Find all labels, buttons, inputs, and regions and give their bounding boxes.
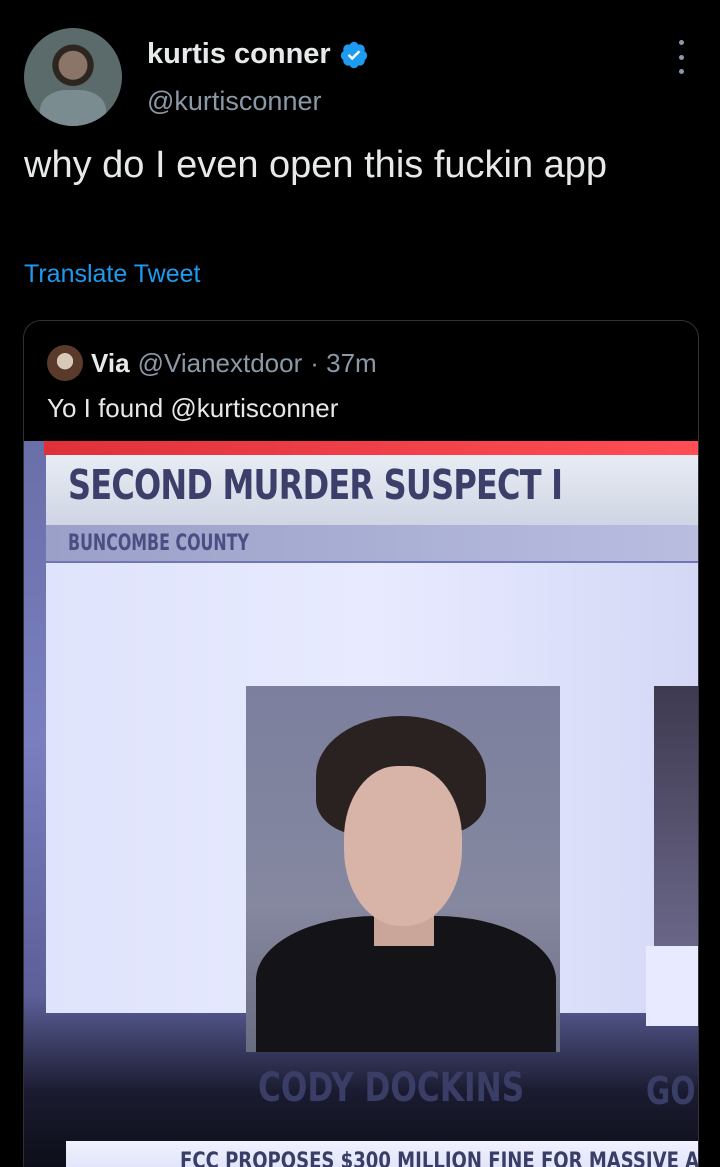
tv-county: BUNCOMBE COUNTY <box>68 531 249 556</box>
quoted-tweet-card[interactable]: Via @Vianextdoor · 37m Yo I found @kurti… <box>23 320 699 1167</box>
tweet-view: kurtis conner @kurtisconner why do I eve… <box>0 0 720 1167</box>
author-avatar[interactable] <box>24 28 122 126</box>
author-name-row: kurtis conner <box>147 38 369 71</box>
suspect-name: CODY DOCKINS <box>258 1065 525 1111</box>
second-suspect-photo-lower <box>646 946 698 1026</box>
tv-headline: SECOND MURDER SUSPECT I <box>68 461 563 509</box>
tweet-text: why do I even open this fuckin app <box>24 144 608 186</box>
quoted-tweet-photo[interactable]: SECOND MURDER SUSPECT I BUNCOMBE COUNTY … <box>24 441 698 1167</box>
more-options-icon[interactable] <box>674 40 688 74</box>
avatar-shirt <box>40 90 106 126</box>
author-display-name[interactable]: kurtis conner <box>147 38 331 71</box>
quoted-tweet-time: · 37m <box>310 347 377 378</box>
quoted-author-avatar <box>47 345 83 381</box>
mugshot-face <box>344 766 462 926</box>
quoted-tweet-header: Via @Vianextdoor · 37m <box>47 345 377 381</box>
quoted-author-name: Via <box>91 347 130 378</box>
suspect-mugshot <box>246 686 560 1052</box>
quoted-author-handle: @Vianextdoor <box>137 347 303 378</box>
author-handle[interactable]: @kurtisconner <box>147 86 321 117</box>
verified-badge-icon <box>340 41 367 68</box>
tv-red-bar <box>44 441 698 455</box>
quoted-tweet-text: Yo I found @kurtisconner <box>47 393 339 423</box>
tv-ticker: FCC PROPOSES $300 MILLION FINE FOR MASSI… <box>180 1149 698 1167</box>
second-suspect-name: GO <box>646 1069 696 1113</box>
translate-tweet-link[interactable]: Translate Tweet <box>24 260 200 289</box>
second-suspect-photo <box>654 686 698 946</box>
